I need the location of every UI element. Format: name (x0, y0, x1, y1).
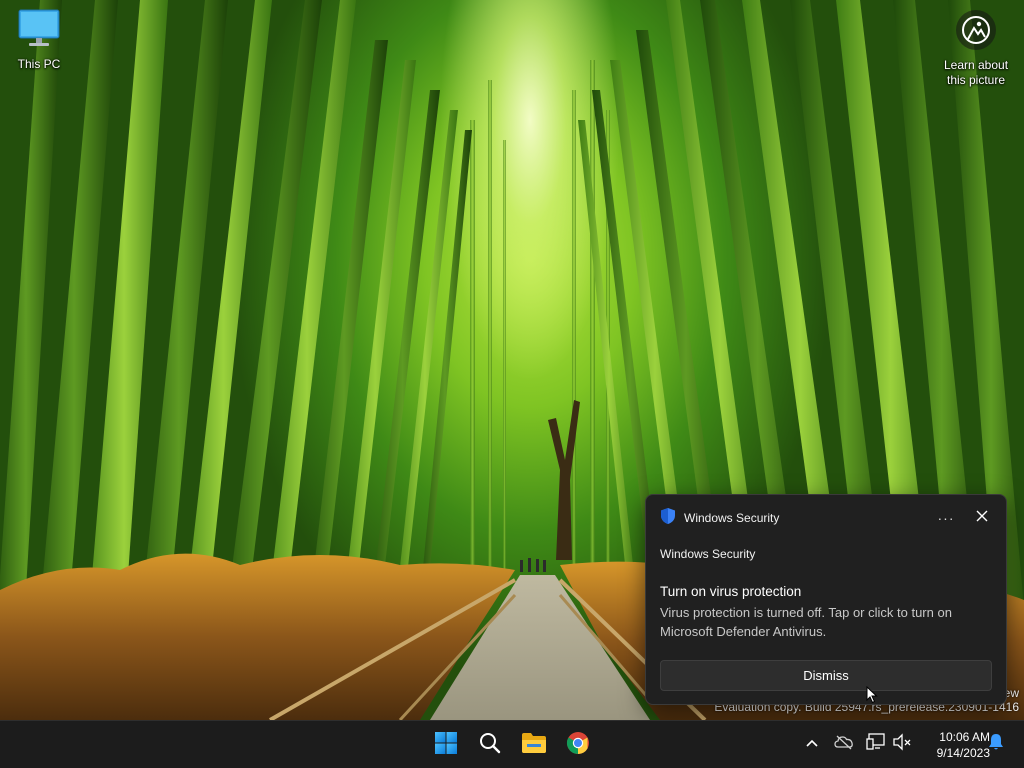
more-options-button[interactable]: ··· (932, 508, 960, 528)
notification-center-button[interactable] (985, 733, 1007, 755)
dismiss-button[interactable]: Dismiss (660, 660, 992, 691)
file-explorer-button[interactable] (516, 727, 552, 763)
show-hidden-icons-button[interactable] (801, 733, 823, 755)
toast-app-name: Windows Security (684, 511, 780, 525)
network-button[interactable] (865, 732, 887, 756)
toast-title: Turn on virus protection (660, 584, 802, 599)
desktop-icon-this-pc[interactable]: This PC (6, 8, 72, 71)
taskbar: 10:06 AM 9/14/2023 (0, 720, 1024, 768)
chrome-button[interactable] (560, 727, 596, 763)
learn-about-label-line1: Learn about (943, 58, 1009, 72)
clock-time: 10:06 AM (939, 730, 990, 744)
onedrive-offline-icon (834, 734, 854, 755)
learn-about-picture[interactable]: Learn about this picture (936, 10, 1016, 88)
close-icon (976, 509, 988, 527)
chrome-icon (566, 731, 590, 760)
windows-logo-icon (434, 731, 458, 760)
learn-about-label: Learn about this picture (944, 58, 1008, 88)
search-icon (479, 732, 501, 759)
shield-icon (660, 507, 676, 530)
desktop-icon-label: This PC (17, 57, 61, 71)
learn-about-label-line2: this picture (946, 73, 1006, 87)
close-button[interactable] (968, 508, 996, 528)
volume-button[interactable] (891, 732, 913, 756)
windows-security-toast[interactable]: Windows Security ··· Windows Security Tu… (645, 494, 1007, 705)
toast-header: Windows Security ··· (660, 507, 996, 530)
network-icon (866, 732, 886, 756)
toast-source: Windows Security (660, 547, 756, 561)
spotlight-camera-icon (956, 10, 996, 50)
monitor-icon (17, 8, 61, 53)
clock-date: 9/14/2023 (936, 746, 990, 760)
toast-body: Virus protection is turned off. Tap or c… (660, 605, 952, 639)
onedrive-button[interactable] (833, 733, 855, 755)
taskbar-clock[interactable]: 10:06 AM 9/14/2023 (920, 729, 990, 761)
start-button[interactable] (428, 727, 464, 763)
search-button[interactable] (472, 727, 508, 763)
mouse-cursor-icon (866, 685, 878, 709)
volume-muted-icon (892, 732, 912, 756)
folder-icon (521, 732, 547, 759)
chevron-up-icon (805, 735, 819, 753)
notification-bell-icon (988, 733, 1004, 756)
